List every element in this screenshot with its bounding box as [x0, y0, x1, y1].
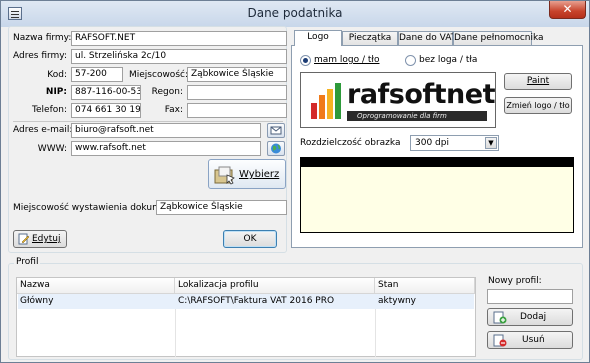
- column-header-location[interactable]: Lokalizacja profilu: [175, 278, 375, 294]
- column-divider: [175, 309, 176, 357]
- folder-pick-icon: [214, 166, 235, 185]
- tab-logo[interactable]: Logo: [294, 30, 342, 46]
- edit-icon: [18, 233, 30, 245]
- send-mail-button[interactable]: [267, 123, 285, 138]
- resolution-value: 300 dpi: [415, 138, 449, 148]
- city-field[interactable]: Ząbkowice Śląskie: [187, 67, 287, 82]
- delete-icon: [493, 334, 507, 347]
- issue-place-label: Miejscowość wystawienia dokumentu:: [13, 203, 185, 213]
- radio-without-logo[interactable]: [405, 55, 416, 66]
- add-icon: [493, 311, 507, 324]
- regon-field[interactable]: [187, 85, 287, 100]
- open-website-button[interactable]: [267, 141, 285, 156]
- delete-profile-button[interactable]: Usuń: [487, 331, 573, 349]
- globe-icon: [271, 143, 281, 154]
- profile-name-cell: Główny: [20, 296, 54, 306]
- add-profile-button[interactable]: Dodaj: [487, 308, 573, 326]
- profile-group-label: Profil: [14, 257, 41, 267]
- city-label: Miejscowość:: [129, 70, 188, 80]
- company-address-field[interactable]: ul. Strzelińska 2c/10: [71, 49, 287, 64]
- logo-tagline: Oprogramowanie dla firm: [347, 111, 487, 121]
- radio-with-logo[interactable]: [300, 55, 311, 66]
- ok-button[interactable]: OK: [223, 230, 277, 248]
- phone-field[interactable]: 074 661 30 19: [71, 103, 141, 118]
- column-divider: [375, 309, 376, 357]
- fax-field[interactable]: [187, 103, 287, 118]
- www-label: WWW:: [37, 144, 67, 154]
- choose-button-label: Wybierz: [239, 169, 280, 180]
- nip-label: NIP:: [45, 87, 67, 97]
- edit-button-label: Edytuj: [32, 234, 61, 244]
- stamp-preview-header: [300, 157, 574, 167]
- tab-proxy-data[interactable]: Dane pełnomocnika: [453, 31, 544, 46]
- profile-location-cell: C:\RAFSOFT\Faktura VAT 2016 PRO: [178, 296, 335, 306]
- column-header-status[interactable]: Stan: [375, 278, 475, 294]
- envelope-icon: [270, 126, 282, 135]
- tab-stamp[interactable]: Pieczątka: [342, 31, 398, 46]
- change-logo-button[interactable]: Zmień logo / tło: [504, 97, 572, 114]
- www-field[interactable]: www.rafsoft.net: [71, 141, 261, 156]
- chevron-down-icon[interactable]: ▼: [485, 137, 497, 149]
- new-profile-label: Nowy profil:: [488, 276, 542, 286]
- profile-status-cell: aktywny: [378, 296, 416, 306]
- column-header-name[interactable]: Nazwa: [17, 278, 175, 294]
- divider: [13, 121, 283, 122]
- add-profile-button-label: Dodaj: [520, 312, 547, 322]
- bar-chart-logo-icon: [311, 83, 341, 119]
- phone-label: Telefon:: [32, 105, 67, 115]
- delete-profile-button-label: Usuń: [522, 335, 545, 345]
- title-bar: Dane podatnika ✕: [1, 1, 589, 27]
- edit-button[interactable]: Edytuj: [13, 230, 67, 248]
- company-name-field[interactable]: RAFSOFT.NET: [71, 31, 287, 46]
- regon-label: Regon:: [151, 87, 183, 97]
- radio-without-logo-label: bez loga / tła: [419, 55, 478, 65]
- resolution-label: Rozdzielczość obrazka: [300, 138, 401, 148]
- resolution-select[interactable]: 300 dpi ▼: [410, 135, 499, 151]
- email-field[interactable]: biuro@rafsoft.net: [71, 123, 261, 138]
- logo-preview: rafsoftnet Oprogramowanie dla firm: [300, 72, 496, 128]
- dialog-window: Dane podatnika ✕ Nazwa firmy: RAFSOFT.NE…: [0, 0, 590, 363]
- fax-label: Fax:: [164, 105, 183, 115]
- logo-brand-name: rafsoftnet: [347, 79, 496, 110]
- nip-field[interactable]: 887-116-00-53: [71, 85, 141, 100]
- profile-table: Nazwa Lokalizacja profilu Stan Główny C:…: [16, 277, 476, 357]
- window-title: Dane podatnika: [247, 6, 343, 20]
- stamp-preview-area: [300, 167, 574, 233]
- paint-button[interactable]: Paint: [504, 73, 572, 90]
- issue-place-field[interactable]: Ząbkowice Śląskie: [156, 200, 287, 215]
- new-profile-field[interactable]: [487, 289, 573, 304]
- postal-code-label: Kod:: [47, 70, 67, 80]
- postal-code-field[interactable]: 57-200: [71, 67, 123, 82]
- choose-button[interactable]: Wybierz: [208, 159, 286, 189]
- tab-vat-data[interactable]: Dane do VAT: [398, 31, 456, 46]
- company-address-label: Adres firmy:: [13, 51, 67, 61]
- radio-with-logo-label: mam logo / tło: [314, 55, 380, 65]
- email-label: Adres e-mail:: [13, 125, 73, 135]
- company-name-label: Nazwa firmy:: [13, 33, 72, 43]
- close-button[interactable]: ✕: [549, 1, 586, 19]
